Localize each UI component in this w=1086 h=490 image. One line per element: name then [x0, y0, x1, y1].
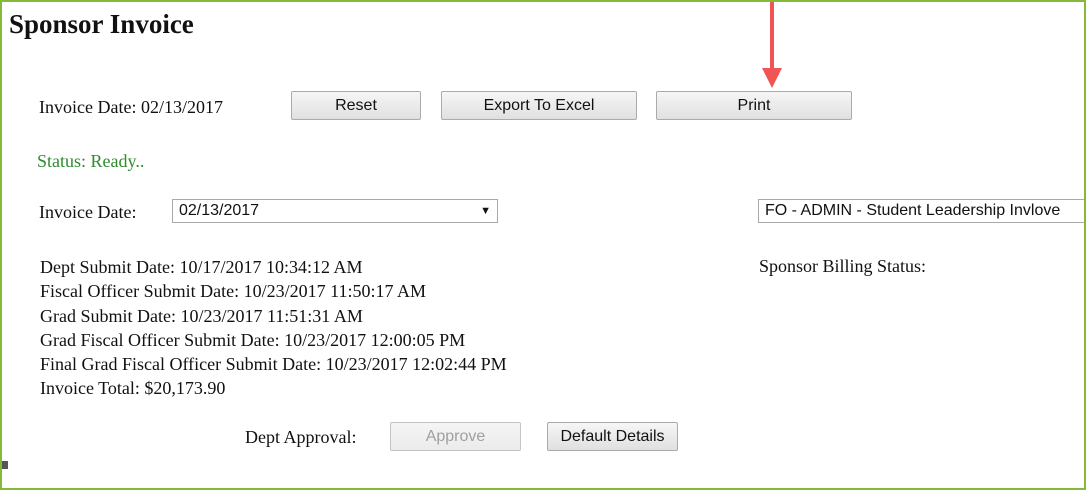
grad-submit-date: Grad Submit Date: 10/23/2017 11:51:31 AM: [40, 305, 363, 326]
invoice-total: Invoice Total: $20,173.90: [40, 378, 226, 399]
fiscal-officer-submit-date: Fiscal Officer Submit Date: 10/23/2017 1…: [40, 281, 426, 302]
sponsor-account-select[interactable]: FO - ADMIN - Student Leadership Invlove: [758, 199, 1084, 223]
sponsor-invoice-panel: Sponsor Invoice Invoice Date: 02/13/2017…: [0, 0, 1086, 490]
toolbar-invoice-date: Invoice Date: 02/13/2017: [39, 97, 223, 117]
invoice-details: Dept Submit Date: 10/17/2017 10:34:12 AM…: [40, 255, 507, 401]
grad-fiscal-officer-submit-date: Grad Fiscal Officer Submit Date: 10/23/2…: [40, 329, 466, 350]
invoice-date-select[interactable]: 02/13/2017 ▼: [172, 199, 498, 223]
invoice-date-select-value: 02/13/2017: [179, 202, 260, 219]
approve-button[interactable]: Approve: [390, 422, 521, 451]
status-message: Status: Ready..: [37, 151, 145, 171]
dept-submit-date: Dept Submit Date: 10/17/2017 10:34:12 AM: [40, 257, 363, 277]
final-grad-fiscal-officer-submit-date: Final Grad Fiscal Officer Submit Date: 1…: [40, 354, 507, 375]
default-details-button[interactable]: Default Details: [547, 422, 678, 451]
chevron-down-icon: ▼: [480, 205, 491, 217]
reset-button[interactable]: Reset: [291, 91, 421, 120]
sponsor-billing-status-label: Sponsor Billing Status:: [759, 256, 927, 276]
export-to-excel-button[interactable]: Export To Excel: [441, 91, 637, 120]
red-arrow-down-icon: [762, 2, 782, 88]
dept-approval-label: Dept Approval:: [245, 427, 357, 447]
print-button[interactable]: Print: [656, 91, 852, 120]
left-edge-marker: [2, 461, 8, 469]
sponsor-account-select-value: FO - ADMIN - Student Leadership Invlove: [765, 202, 1061, 219]
invoice-date-label: Invoice Date:: [39, 202, 137, 222]
page-title: Sponsor Invoice: [9, 9, 194, 39]
